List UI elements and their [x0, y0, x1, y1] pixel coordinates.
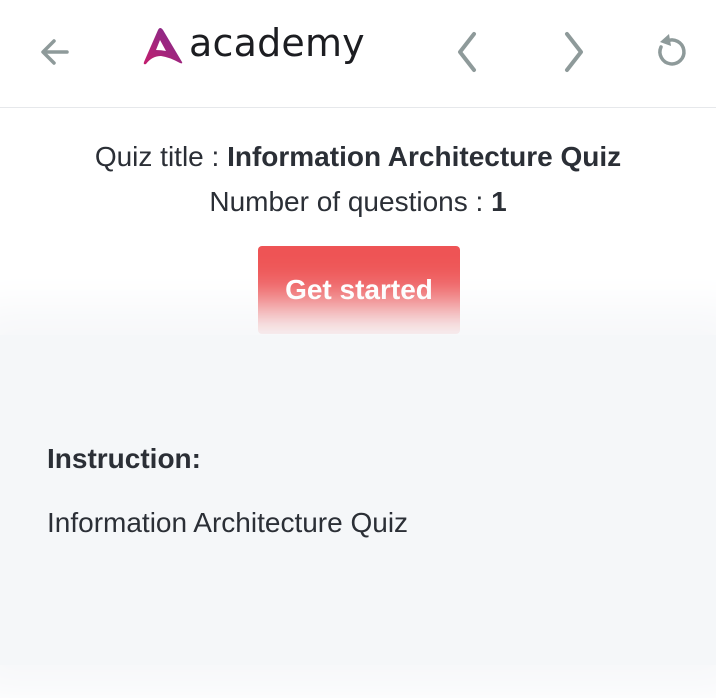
question-count-value: 1	[491, 186, 507, 217]
chevron-right-icon	[565, 32, 583, 72]
question-count-line: Number of questions : 1	[0, 179, 716, 224]
instruction-heading: Instruction:	[47, 443, 201, 474]
top-bar: academy	[0, 0, 716, 108]
get-started-button[interactable]: Get started	[258, 246, 460, 334]
quiz-title-line: Quiz title : Information Architecture Qu…	[0, 134, 716, 179]
next-button[interactable]	[552, 30, 596, 74]
back-button[interactable]	[33, 30, 77, 74]
instruction-text: Information Architecture Quiz	[47, 507, 409, 538]
chevron-left-icon	[458, 32, 476, 72]
quiz-title-label: Quiz title :	[94, 141, 228, 172]
previous-button[interactable]	[445, 30, 489, 74]
arrow-left-icon	[41, 39, 69, 65]
instruction-panel: Instruction: Information Architecture Qu…	[0, 335, 716, 665]
academy-logo: academy	[142, 21, 365, 68]
reload-button[interactable]	[649, 30, 693, 74]
reload-icon	[658, 34, 686, 66]
logo-text: academy	[189, 21, 365, 65]
question-count-label: Number of questions :	[209, 186, 492, 217]
quiz-title-value: Information Architecture Quiz	[227, 141, 622, 172]
quiz-info: Quiz title : Information Architecture Qu…	[0, 134, 716, 224]
page: academy Quiz title : Information Archite…	[0, 0, 716, 698]
logo-mark-icon	[143, 28, 183, 65]
